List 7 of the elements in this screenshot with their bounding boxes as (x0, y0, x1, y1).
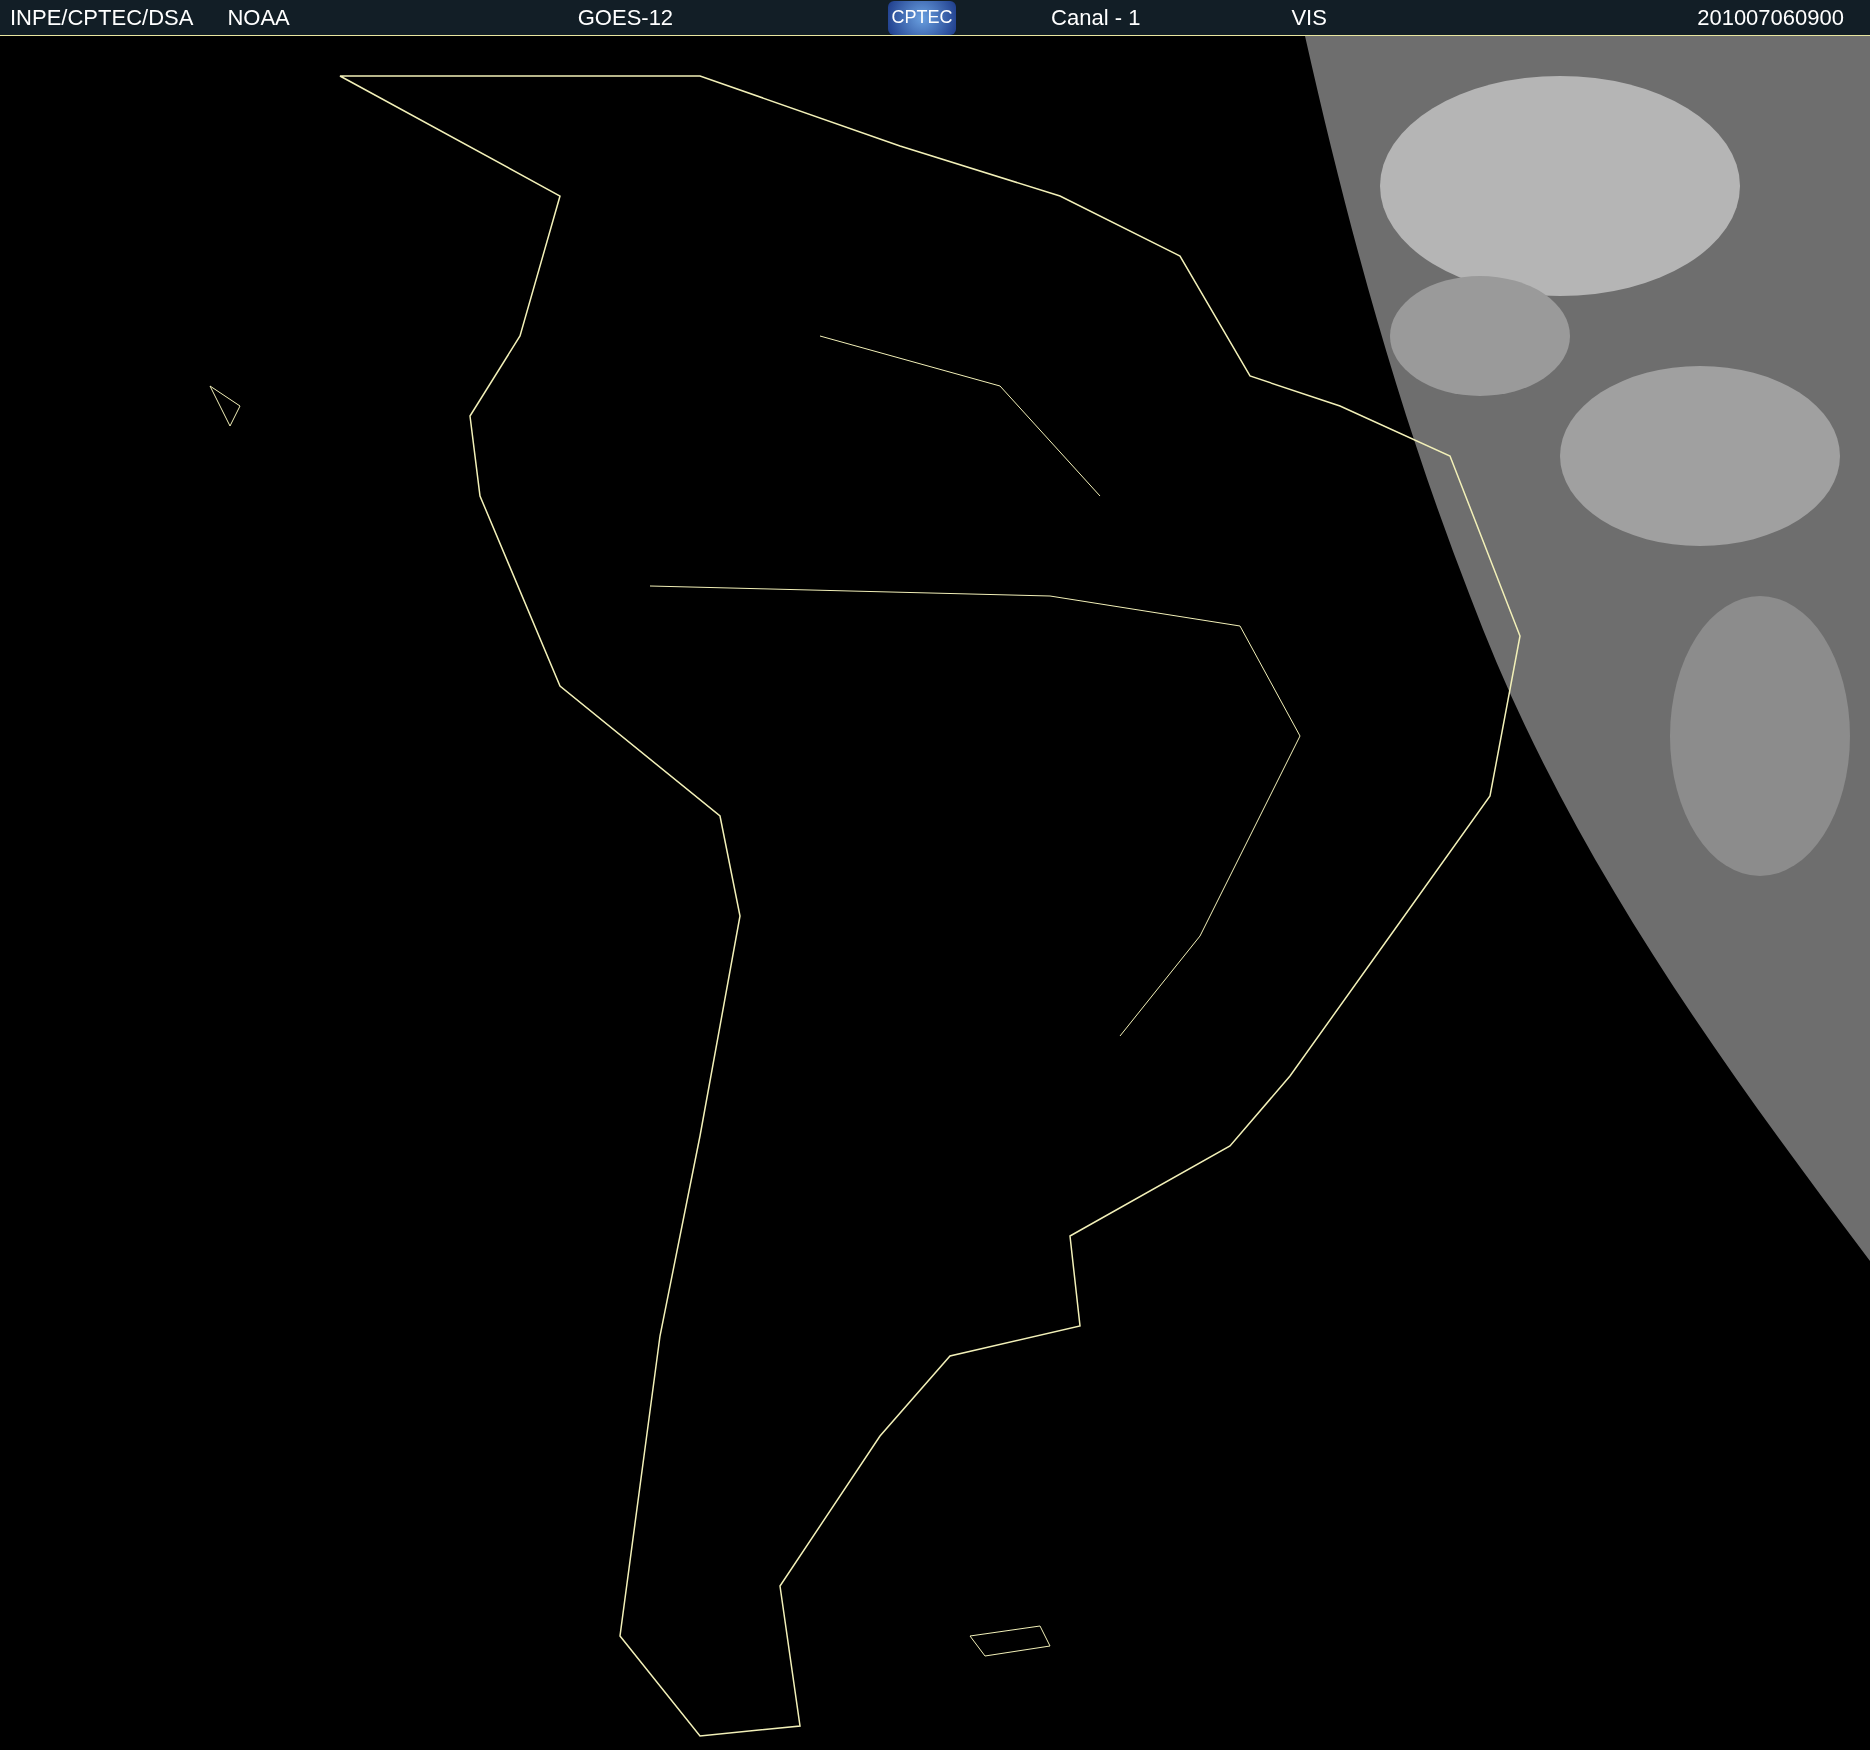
channel-label: Canal - 1 (1051, 4, 1141, 32)
logo: CPTEC (888, 0, 957, 35)
agency-label: NOAA (227, 4, 290, 32)
satellite-label: GOES-12 (577, 4, 674, 32)
timestamp-label: 201007060900 (1697, 4, 1844, 32)
institution-label: INPE/CPTEC/DSA (10, 4, 194, 32)
band-label: VIS (1291, 4, 1327, 32)
